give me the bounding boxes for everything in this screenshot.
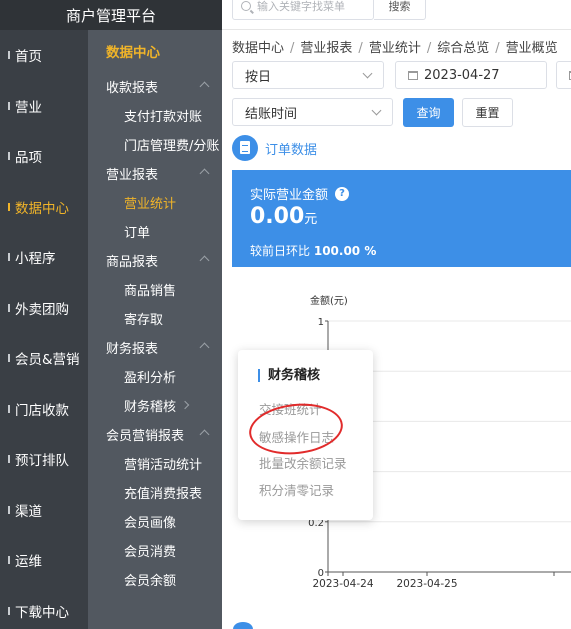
nav-item-label: 品项 [15,150,42,167]
chevron-up-icon [199,81,210,92]
compare-label: 较前日环比 [250,244,311,258]
search-button[interactable]: 搜索 [374,0,426,20]
period-select-value: 按日 [245,69,272,85]
nav-group-label: 收款报表 [106,81,159,96]
revenue-value-row: 0.00元 [250,204,317,229]
query-button[interactable]: 查询 [403,98,454,127]
share-icon [2,201,12,213]
nav-item-label: 下载中心 [15,604,69,621]
nav-item-label: 门店收款 [15,402,69,419]
x-tick-label: 2023-04-25 [396,578,457,590]
menu-search-input[interactable]: 输入关键字找菜单 [232,0,374,20]
breadcrumb-separator: / [426,41,432,56]
chevron-down-icon [371,105,382,116]
app-title: 商户管理平台 [0,0,222,30]
order-data-section: 订单数据 [232,135,317,161]
reset-button[interactable]: 重置 [462,98,513,127]
breadcrumb: 数据中心 / 营业报表 / 营业统计 / 综合总览 / 营业概览 [232,37,558,56]
x-tick-label: 2023-04-24 [312,578,373,590]
breadcrumb-item[interactable]: 营业报表 [300,41,352,56]
nav-item-label: 小程序 [15,251,56,268]
breadcrumb-item[interactable]: 营业概览 [506,41,558,56]
breadcrumb-item[interactable]: 数据中心 [232,41,284,56]
breadcrumb-item[interactable]: 营业统计 [369,41,421,56]
breadcrumb-separator: / [495,41,500,56]
date-picker[interactable]: 2023-04-27 [395,61,547,89]
nav-group-1[interactable]: 营业报表 [88,159,222,188]
popover-menu-item[interactable]: 积分清零记录 [259,480,334,499]
nav-group-0[interactable]: 收款报表 [88,72,222,101]
cashier-icon [2,403,12,415]
reservation-icon [2,453,12,465]
shop-icon [2,100,12,112]
top-bar: 输入关键字找菜单 搜索 [222,0,571,30]
nav-item-1[interactable]: 营业 [0,81,88,132]
nav-subitem-label: 订单 [124,226,151,241]
section-icon-partial [233,622,253,629]
nav-item-11[interactable]: 下载中心 [0,586,88,629]
nav-subitem[interactable]: 订单 [88,217,222,246]
nav-item-0[interactable]: 首页 [0,30,88,81]
delivery-icon [2,302,12,314]
revenue-unit: 元 [304,212,318,227]
nav-item-label: 外卖团购 [15,301,69,318]
secondary-sidebar-title: 数据中心 [106,45,160,61]
chevron-down-icon [362,68,373,79]
nav-item-label: 首页 [15,49,42,66]
nav-subitem[interactable]: 支付打款对账 [88,101,222,130]
app-root: 商户管理平台 输入关键字找菜单 搜索 首页 营业 品项 数据中心 小程序 外卖团购 会员&营… [0,0,571,629]
revenue-card: 实际营业金额 ? 0.00元 较前日环比 100.00 % [232,170,571,267]
nav-subitem-label: 门店管理费/分账 [124,139,220,154]
y-tick-label: 1 [318,317,324,328]
nav-item-label: 营业 [15,99,42,116]
compare-value: 100.00 % [313,244,377,258]
chevron-up-icon [199,168,210,179]
y-axis-label: 金额(元) [310,294,348,307]
time-basis-value: 结账时间 [245,106,298,122]
channel-icon [2,504,12,516]
revenue-label-row: 实际营业金额 ? [250,184,350,203]
date-value: 2023-04-27 [424,67,500,83]
time-basis-select[interactable]: 结账时间 [232,98,393,126]
revenue-label: 实际营业金额 [250,188,329,203]
miniapp-icon [2,251,12,263]
section-title: 订单数据 [265,142,318,158]
goods-icon [2,150,12,162]
breadcrumb-separator: / [358,41,363,56]
nav-subitem[interactable]: 门店管理费/分账 [88,130,222,159]
nav-subitem-label: 支付打款对账 [124,110,203,125]
nav-subitem[interactable]: 营业统计 [88,188,222,217]
download-icon [2,605,12,617]
breadcrumb-item[interactable]: 综合总览 [437,41,489,56]
search-placeholder: 输入关键字找菜单 [257,0,345,13]
revenue-compare: 较前日环比 100.00 % [250,242,376,259]
nav-subitem-label: 营业统计 [124,197,177,212]
breadcrumb-separator: / [290,41,295,56]
nav-item-label: 数据中心 [15,200,69,217]
ops-icon [2,554,12,566]
home-icon [2,49,12,61]
popover-menu-item[interactable]: 批量改余额记录 [259,453,347,472]
help-icon[interactable]: ? [335,186,350,201]
calendar-icon [408,70,418,80]
period-select[interactable]: 按日 [232,61,384,89]
member-icon [2,352,12,364]
date-picker-end[interactable] [556,61,571,89]
nav-item-label: 预订排队 [15,453,69,470]
nav-item-2[interactable]: 品项 [0,131,88,182]
popover-title: 财务稽核 [258,369,320,382]
nav-item-3[interactable]: 数据中心 [0,182,88,233]
search-icon [241,1,251,11]
nav-item-label: 运维 [15,554,42,571]
nav-group-label: 营业报表 [106,168,159,183]
revenue-value: 0.00 [250,204,305,229]
document-icon [232,135,258,161]
nav-item-label: 渠道 [15,503,42,520]
